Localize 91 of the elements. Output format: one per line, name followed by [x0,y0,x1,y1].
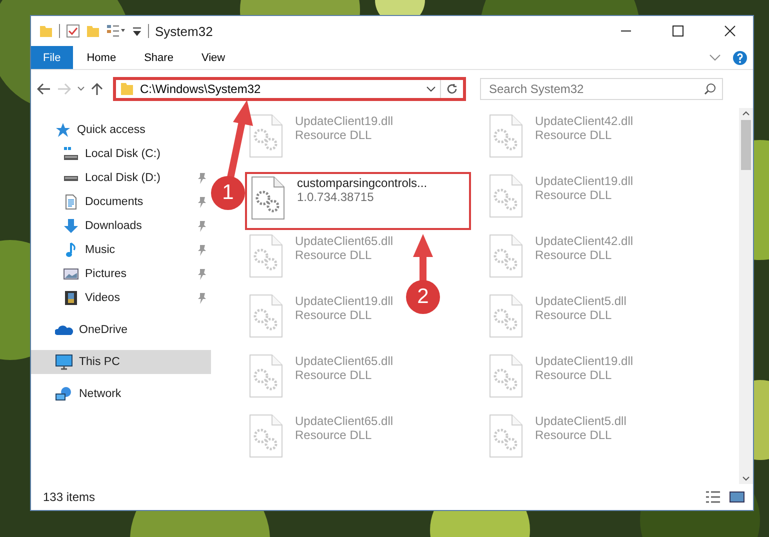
search-box[interactable]: Search System32 [480,78,723,100]
dropdown-caret-icon[interactable] [426,86,436,92]
pin-icon[interactable] [197,244,207,256]
network-icon [55,386,73,402]
file-tile[interactable]: customparsingcontrols... 1.0.734.38715 [245,172,471,230]
checklist-icon[interactable] [66,24,80,38]
customize-caret-icon[interactable] [132,25,142,37]
pin-icon[interactable] [197,196,207,208]
close-icon[interactable] [724,25,736,37]
settings-file-icon [251,176,285,220]
address-field[interactable]: C:\Windows\System32 [138,81,422,97]
file-detail: Resource DLL [535,128,613,142]
file-name: UpdateClient19.dll [535,174,634,188]
file-detail: Resource DLL [535,368,613,382]
nav-item[interactable]: Music [31,238,211,262]
ribbon-tab[interactable]: Share [130,46,188,69]
drive-icon [63,146,79,162]
settings-file-icon [489,294,523,338]
settings-file-icon [249,354,283,398]
file-name: UpdateClient5.dll [535,414,626,428]
file-name: customparsingcontrols... [297,176,428,190]
monitor-icon [55,354,73,370]
file-name: UpdateClient42.dll [535,114,634,128]
item-count: 133 items [43,490,96,504]
file-name: UpdateClient19.dll [295,114,394,128]
ribbon-tab[interactable]: Home [72,46,130,69]
settings-file-icon [249,294,283,338]
pin-icon[interactable] [197,268,207,280]
details-view-icon[interactable] [705,490,721,504]
nav-item[interactable]: Videos [31,286,211,310]
file-detail: Resource DLL [295,248,373,262]
nav-item[interactable]: Local Disk (C:) [31,142,211,166]
file-detail: Resource DLL [295,128,373,142]
file-detail: Resource DLL [295,368,373,382]
file-detail: Resource DLL [535,428,613,442]
file-name: UpdateClient19.dll [295,294,394,308]
properties-icon[interactable] [106,24,126,38]
settings-file-icon [249,114,283,158]
file-detail: Resource DLL [295,308,373,322]
settings-file-icon [489,234,523,278]
file-name: UpdateClient65.dll [295,414,394,428]
scrollbar-thumb[interactable] [741,120,751,170]
folder-icon [120,82,134,96]
file-name: UpdateClient42.dll [535,234,634,248]
file-detail: Resource DLL [295,428,373,442]
file-name: UpdateClient65.dll [295,234,394,248]
nav-item[interactable]: Documents [31,190,211,214]
pin-icon[interactable] [197,172,207,184]
pin-icon[interactable] [197,220,207,232]
nav-item[interactable]: Local Disk (D:) [31,166,211,190]
file-detail: 1.0.734.38715 [297,190,375,204]
ribbon-tab[interactable]: View [187,46,240,69]
file-detail: Resource DLL [535,308,613,322]
nav-item[interactable]: Network [31,382,211,406]
cloud-icon [55,323,73,337]
nav-item[interactable]: This PC [31,350,211,374]
file-detail: Resource DLL [535,188,613,202]
maximize-icon[interactable] [672,25,684,37]
expand-ribbon-icon[interactable] [709,54,721,62]
nav-item[interactable]: OneDrive [31,318,211,342]
minimize-icon[interactable] [620,30,632,32]
document-icon [63,194,79,210]
film-icon [63,290,79,306]
file-name: UpdateClient5.dll [535,294,626,308]
star-icon [55,122,71,138]
settings-file-icon [489,414,523,458]
file-menu-button[interactable]: File [31,46,73,69]
address-bar[interactable]: C:\Windows\System32 [113,77,466,101]
file-name: UpdateClient65.dll [295,354,394,368]
pin-icon[interactable] [197,292,207,304]
nav-item[interactable]: Downloads [31,214,211,238]
download-arrow-icon [63,218,79,234]
window-title: System32 [155,24,213,38]
back-arrow-icon[interactable] [37,83,51,95]
file-detail: Resource DLL [535,248,613,262]
refresh-icon[interactable] [446,83,458,95]
nav-item[interactable]: Pictures [31,262,211,286]
recent-caret-icon[interactable] [77,86,85,92]
settings-file-icon [249,414,283,458]
drive-icon [64,176,78,180]
settings-file-icon [249,234,283,278]
picture-icon [63,266,79,282]
settings-file-icon [489,354,523,398]
help-icon[interactable] [733,50,747,64]
nav-item[interactable]: Quick access [31,118,211,142]
file-name: UpdateClient19.dll [535,354,634,368]
up-arrow-icon[interactable] [91,82,103,96]
tiles-view-icon[interactable] [729,490,745,504]
settings-file-icon [489,174,523,218]
settings-file-icon [489,114,523,158]
search-icon [704,83,716,95]
